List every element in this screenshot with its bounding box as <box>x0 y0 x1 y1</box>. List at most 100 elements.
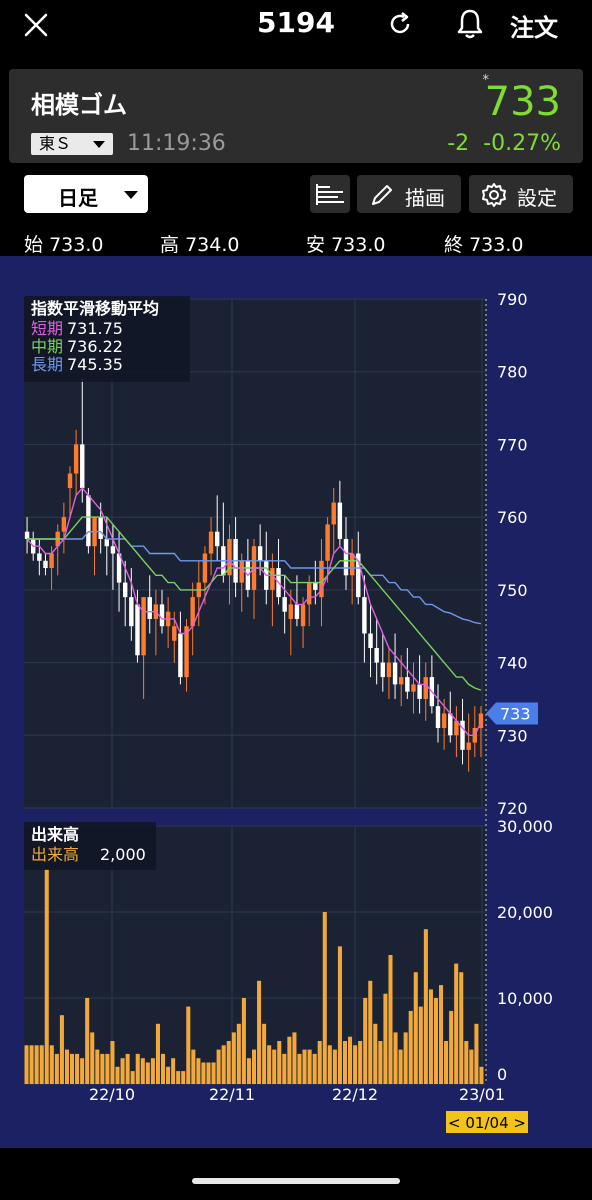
volume-bar <box>342 1041 348 1084</box>
volume-bar <box>378 1041 383 1084</box>
volume-bar <box>423 929 428 1084</box>
chart-area[interactable]: 790 780 770 760 750 740 730 720 30,000 20,000 10,0… <box>0 256 592 1148</box>
volume-bar <box>292 1032 297 1084</box>
chevron-down-icon <box>124 191 138 199</box>
close-icon[interactable] <box>23 12 49 42</box>
volume-bar <box>444 1041 449 1084</box>
ma-long-legend-label: 長期 <box>31 355 63 374</box>
candle-body <box>270 568 275 590</box>
candle-body <box>214 531 220 547</box>
candle-body <box>362 597 367 634</box>
market-select-value: 東Ｓ <box>39 134 72 153</box>
candle-body <box>129 597 134 627</box>
candle-body <box>325 524 330 561</box>
volume-bar <box>272 1049 277 1084</box>
volume-bar <box>428 989 433 1084</box>
candle-body <box>337 502 343 539</box>
volume-bar <box>332 1049 337 1084</box>
settings-label: 設定 <box>517 186 557 210</box>
volume-axis-tick: 20,000 <box>497 903 553 922</box>
volume-bar <box>348 1036 353 1084</box>
settings-button[interactable]: 設定 <box>469 175 573 213</box>
candle-body <box>147 597 152 619</box>
market-select[interactable]: 東Ｓ <box>31 133 113 155</box>
price-axis-tick: 730 <box>497 726 528 745</box>
candle-body <box>331 502 336 525</box>
ohlc-high: 高 734.0 <box>160 230 239 257</box>
indicator-button[interactable] <box>310 175 350 213</box>
volume-bar <box>176 1071 181 1084</box>
x-axis-tick: 22/11 <box>209 1085 255 1104</box>
candle-body <box>208 531 214 554</box>
price-axis-tick: 740 <box>497 654 528 673</box>
volume-bar <box>85 998 90 1084</box>
gear-icon <box>482 183 506 207</box>
volume-axis-tick: 0 <box>497 1065 507 1084</box>
candle-body <box>368 633 373 649</box>
volume-bar <box>262 1023 267 1084</box>
price-tag-label: 733 <box>500 704 531 723</box>
volume-bar <box>257 980 262 1084</box>
ma-mid-legend-label: 中期 <box>31 337 63 356</box>
volume-bar <box>135 1053 140 1084</box>
volume-bar <box>221 1045 226 1084</box>
volume-bar <box>95 1049 100 1084</box>
volume-bar <box>383 993 388 1084</box>
volume-bar <box>24 1045 29 1084</box>
volume-bar <box>418 1006 423 1084</box>
volume-bar <box>196 1058 201 1084</box>
stock-code: 5194 <box>257 6 335 39</box>
volume-bar <box>398 1049 403 1084</box>
bar-list-icon <box>316 184 344 205</box>
volume-bar <box>206 1062 211 1084</box>
volume-bar <box>39 1045 44 1084</box>
candle-body <box>122 582 128 598</box>
volume-bar <box>115 1066 120 1084</box>
volume-bar <box>64 1049 69 1084</box>
high-value: 734.0 <box>185 234 240 256</box>
volume-bar <box>241 998 246 1084</box>
volume-bar <box>358 1041 363 1084</box>
ma-long-legend-value: 745.35 <box>67 355 123 374</box>
chevron-down-icon <box>93 141 105 148</box>
candle-body <box>257 546 263 561</box>
volume-bar <box>211 1062 216 1084</box>
volume-bar <box>439 985 444 1084</box>
candle-body <box>398 677 404 685</box>
candle-body <box>178 633 183 678</box>
volume-bar <box>408 1010 413 1084</box>
volume-bar <box>145 1062 150 1084</box>
ohlc-low: 安 733.0 <box>306 230 385 257</box>
volume-bar <box>54 1053 59 1084</box>
candle-body <box>159 604 165 627</box>
price-axis-tick: 780 <box>497 363 528 382</box>
volume-bar <box>353 1045 358 1084</box>
refresh-icon[interactable] <box>386 10 414 42</box>
candle-body <box>313 582 318 590</box>
draw-button[interactable]: 描画 <box>357 175 461 213</box>
order-button[interactable]: 注文 <box>510 8 558 43</box>
change-value: -2 <box>447 131 470 156</box>
volume-bar <box>110 1041 115 1084</box>
period-select[interactable]: 日足 <box>24 175 148 213</box>
volume-axis-tick: 10,000 <box>497 989 553 1008</box>
candle-body <box>37 553 42 561</box>
volume-axis-tick: 30,000 <box>497 817 553 836</box>
price-axis-tick: 770 <box>497 435 528 454</box>
volume-bar <box>282 1053 287 1084</box>
candle-body <box>411 684 416 692</box>
candle-body <box>135 604 140 656</box>
volume-bar <box>75 1053 80 1084</box>
ma-short-legend-value: 731.75 <box>67 319 123 338</box>
volume-bar <box>130 1071 135 1084</box>
home-indicator[interactable] <box>192 1178 400 1184</box>
volume-legend-title: 出来高 <box>31 825 79 844</box>
bell-icon[interactable] <box>456 8 484 44</box>
volume-bar <box>322 912 327 1084</box>
volume-bar <box>246 1058 251 1084</box>
candle-body <box>43 560 48 569</box>
candle-body <box>294 604 300 619</box>
indicator-legend-title: 指数平滑移動平均 <box>31 299 159 318</box>
volume-bar <box>150 1058 155 1084</box>
pencil-icon <box>372 185 392 205</box>
